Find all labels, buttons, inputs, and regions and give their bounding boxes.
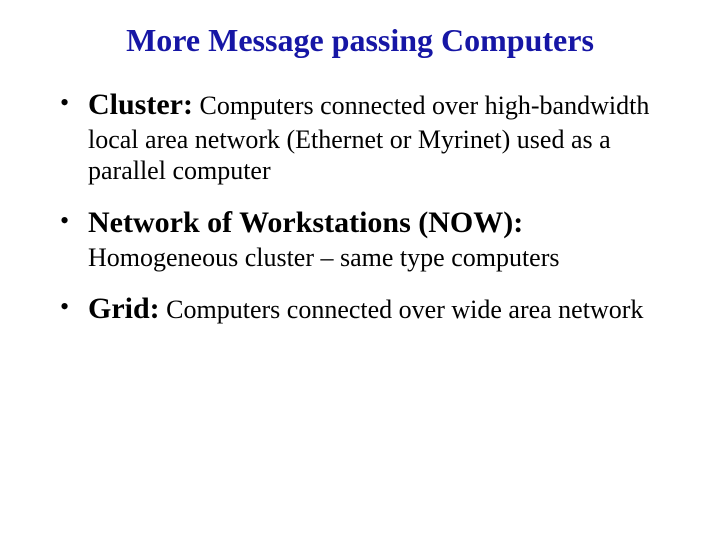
term-grid: Grid: <box>88 292 160 325</box>
list-item: Cluster: Computers connected over high-b… <box>60 87 670 187</box>
list-item: Network of Workstations (NOW): Homogeneo… <box>60 205 670 273</box>
term-cluster: Cluster: <box>88 88 193 121</box>
desc-grid: Computers connected over wide area netwo… <box>160 295 644 324</box>
term-now: Network of Workstations (NOW): <box>88 206 523 239</box>
list-item: Grid: Computers connected over wide area… <box>60 291 670 328</box>
slide-title: More Message passing Computers <box>50 22 670 59</box>
slide: More Message passing Computers Cluster: … <box>0 0 720 328</box>
bullet-list: Cluster: Computers connected over high-b… <box>50 87 670 328</box>
desc-now: Homogeneous cluster – same type computer… <box>88 243 560 272</box>
